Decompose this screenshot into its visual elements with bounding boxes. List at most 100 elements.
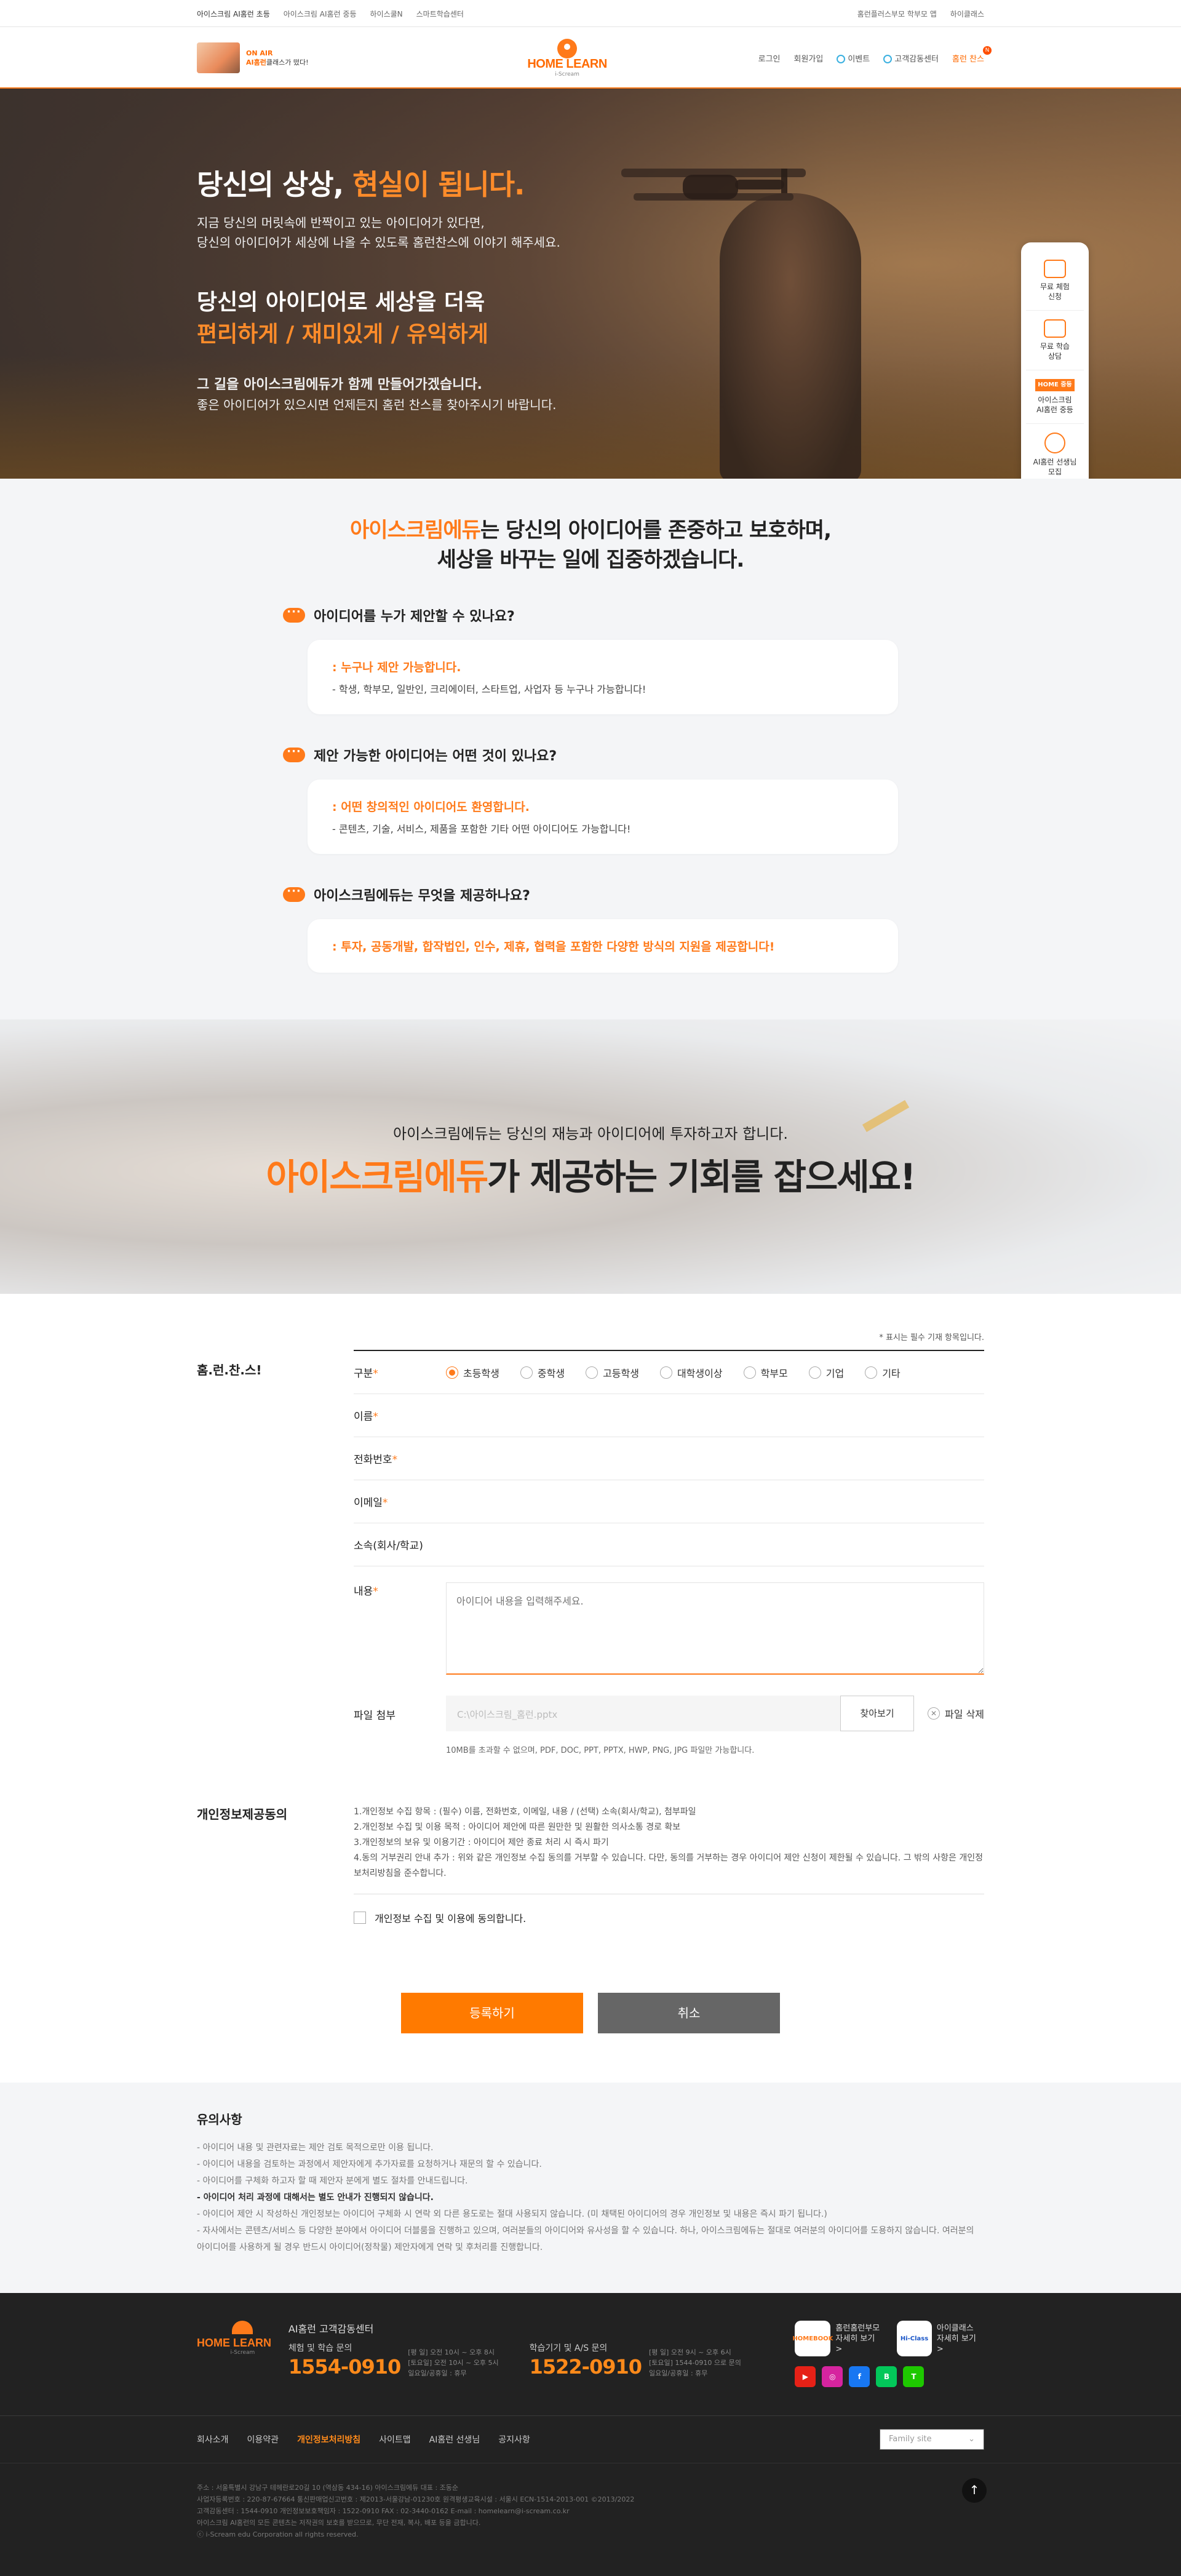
footer-link-sitemap[interactable]: 사이트맵 <box>379 2433 411 2446</box>
radio-high[interactable]: 고등학생 <box>586 1365 639 1380</box>
youtube-icon[interactable]: ▶ <box>795 2366 816 2387</box>
service-link-middle[interactable]: 아이스크림 AI홈런 중등 <box>284 9 357 19</box>
form-actions: 등록하기 취소 <box>0 1993 1181 2033</box>
notice-item: - 아이디어 제안 시 작성하신 개인정보는 아이디어 구체화 시 연락 외 다… <box>197 2209 827 2219</box>
radio-middle[interactable]: 중학생 <box>520 1365 565 1380</box>
opportunity-banner: 아이스크림에듀는 당신의 재능과 아이디어에 투자하고자 합니다. 아이스크림에… <box>0 1019 1181 1294</box>
cancel-button[interactable]: 취소 <box>598 1993 780 2033</box>
nav-customer-center[interactable]: 고객감동센터 <box>883 52 939 64</box>
sns-links: ▶ ◎ f B T <box>795 2366 984 2387</box>
teacher-icon <box>1044 433 1065 453</box>
notice-item: - 아이디어를 구체화 하고자 할 때 제안자 분에게 별도 절차를 안내드립니… <box>197 2176 468 2186</box>
nav-event[interactable]: 이벤트 <box>837 52 870 64</box>
hero-subtitle: 당신의 아이디어로 세상을 더욱 편리하게 / 재미있게 / 유익하게 <box>197 287 560 351</box>
service-link-elementary[interactable]: 아이스크림 AI홈런 초등 <box>197 9 270 19</box>
radio-other[interactable]: 기타 <box>865 1365 901 1380</box>
footer-link-terms[interactable]: 이용약관 <box>247 2433 279 2446</box>
customer-service: AI홈런 고객감동센터 체험 및 학습 문의 1554-0910 [평 일] 오전… <box>288 2321 795 2379</box>
idea-form: * 표시는 필수 기재 항목입니다. 구분* 초등학생 중학생 고등학생 대학생… <box>354 1331 984 1755</box>
nav-signup[interactable]: 회원가입 <box>794 52 824 64</box>
hero-closing: 그 길을 아이스크림에듀가 함께 만들어가겠습니다. 좋은 아이디어가 있으시면 … <box>197 375 560 415</box>
type-label: 구분 <box>354 1368 373 1380</box>
form-side-title: 홈.런.찬.스! <box>197 1363 262 1378</box>
hero-closing-text: 좋은 아이디어가 있으시면 언제든지 홈런 찬스를 찾아주시기 바랍니다. <box>197 397 557 412</box>
homebook-app-link[interactable]: HOMEBOOK 홈런홈런부모 자세히 보기 > <box>792 2321 882 2356</box>
faq-answer-head: : 어떤 창의적인 아이디어도 환영합니다. <box>332 800 530 814</box>
footer-logo[interactable]: HOME LEARN i-Scream <box>197 2321 288 2356</box>
email-input[interactable] <box>446 1489 984 1514</box>
footer: HOME LEARN i-Scream AI홈런 고객감동센터 체험 및 학습 … <box>0 2293 1181 2576</box>
service-links: 아이스크림 AI홈런 초등 아이스크림 AI홈런 중등 하이스쿨N 스마트학습센… <box>197 9 464 19</box>
app-links: 홈런플러스부모 학부모 앱 하이클래스 <box>857 9 984 19</box>
promo-on-air: ON AIR <box>246 49 273 57</box>
file-label: 파일 첨부 <box>354 1710 396 1722</box>
org-row: 소속(회사/학교) <box>354 1523 984 1566</box>
hero-desc-1: 지금 당신의 머릿속에 반짝이고 있는 아이디어가 있다면, <box>197 215 485 230</box>
scroll-top-button[interactable]: ↑ <box>962 2478 987 2503</box>
faq-answer: : 누구나 제안 가능합니다. - 학생, 학부모, 일반인, 크리에이터, 스타… <box>308 640 898 714</box>
privacy-agree[interactable]: 개인정보 수집 및 이용에 동의합니다. <box>354 1910 984 1925</box>
faq-item: 아이디어를 누가 제안할 수 있나요? : 누구나 제안 가능합니다. - 학생,… <box>283 605 898 714</box>
faq-answer-head: : 투자, 공동개발, 합작법인, 인수, 제휴, 협력을 포함한 다양한 방식… <box>332 940 775 954</box>
footer-link-notice[interactable]: 공지사항 <box>498 2433 530 2446</box>
footer-link-about[interactable]: 회사소개 <box>197 2433 229 2446</box>
name-row: 이름* <box>354 1394 984 1437</box>
quick-free-trial[interactable]: 무료 체험 신청 <box>1026 251 1084 311</box>
talk-icon[interactable]: T <box>903 2366 925 2387</box>
service-link-highschool[interactable]: 하이스쿨N <box>370 9 403 19</box>
service-link-smart-center[interactable]: 스마트학습센터 <box>416 9 464 19</box>
company-info: 주소 : 서울특별시 강남구 테헤란로20길 10 (역삼동 434-16) 아… <box>197 2463 987 2576</box>
agree-label: 개인정보 수집 및 이용에 동의합니다. <box>375 1913 527 1924</box>
content-label: 내용 <box>354 1585 373 1598</box>
hiclass-app-link[interactable]: Hi-Class 아이클래스 자세히 보기 > <box>897 2321 984 2356</box>
file-delete-button[interactable]: ✕ 파일 삭제 <box>928 1706 984 1721</box>
faq-list: 아이디어를 누가 제안할 수 있나요? : 누구나 제안 가능합니다. - 학생,… <box>283 605 898 973</box>
hero-title: 당신의 상상, 현실이 됩니다. <box>197 168 525 201</box>
type-row: 구분* 초등학생 중학생 고등학생 대학생이상 학부모 기업 기타 <box>354 1351 984 1394</box>
org-input[interactable] <box>446 1532 984 1557</box>
nav-homerun-chance[interactable]: 홈런 찬스 N <box>952 46 992 64</box>
file-note: 10MB를 초과할 수 없으며, PDF, DOC, PPT, PPTX, HW… <box>446 1746 755 1755</box>
promo-banner[interactable]: ON AIR AI홈런클래스가 떴다! <box>197 42 309 97</box>
radio-university[interactable]: 대학생이상 <box>659 1365 723 1380</box>
faq-answer: : 투자, 공동개발, 합작법인, 인수, 제휴, 협력을 포함한 다양한 방식… <box>308 919 898 973</box>
cs-trial-contact: 체험 및 학습 문의 1554-0910 [평 일] 오전 10시 ~ 오후 8시… <box>288 2343 499 2379</box>
name-input[interactable] <box>446 1403 984 1428</box>
footer-link-teacher[interactable]: AI홈런 선생님 <box>429 2433 480 2446</box>
quick-teacher-recruit[interactable]: AI홈런 선생님 모집 <box>1026 424 1084 479</box>
hiclass-link[interactable]: 하이클래스 <box>950 9 984 19</box>
header: ON AIR AI홈런클래스가 떴다! HOME LEARN i-Scream … <box>0 27 1181 97</box>
privacy-term: 2.개인정보 수집 및 이용 목적 : 아이디어 제안에 따른 원만한 및 원활… <box>354 1822 681 1832</box>
facebook-icon[interactable]: f <box>849 2366 870 2387</box>
quick-free-consult[interactable]: 무료 학습 상담 <box>1026 311 1084 370</box>
privacy-terms: 1.개인정보 수집 항목 : (필수) 이름, 전화번호, 이메일, 내용 / … <box>354 1804 984 1894</box>
footer-apps: HOMEBOOK 홈런홈런부모 자세히 보기 > Hi-Class 아이클래스 자세히 … <box>792 2321 984 2387</box>
instagram-icon[interactable]: ◎ <box>822 2366 843 2387</box>
quick-ai-middle[interactable]: HOME 중등 아이스크림 AI홈런 중등 <box>1026 370 1084 424</box>
content-row: 내용* <box>354 1566 984 1677</box>
blog-icon[interactable]: B <box>876 2366 897 2387</box>
notice-list: - 아이디어 내용 및 관련자료는 제안 검토 목적으로만 이용 됩니다. - … <box>197 2140 984 2256</box>
family-site-select[interactable]: Family site ⌄ <box>880 2429 984 2450</box>
email-label: 이메일 <box>354 1497 383 1509</box>
radio-company[interactable]: 기업 <box>808 1365 844 1380</box>
parent-app-link[interactable]: 홈런플러스부모 학부모 앱 <box>857 9 937 19</box>
home-learn-logo[interactable]: HOME LEARN i-Scream <box>527 38 607 78</box>
file-browse-button[interactable]: 찾아보기 <box>840 1696 915 1731</box>
logo-mark-icon <box>553 38 581 58</box>
agree-checkbox[interactable] <box>354 1912 366 1924</box>
radio-parent[interactable]: 학부모 <box>743 1365 788 1380</box>
faq-answer: : 어떤 창의적인 아이디어도 환영합니다. - 콘텐츠, 기술, 서비스, 제품… <box>308 780 898 854</box>
faq-question: 아이스크림에듀는 무엇을 제공하나요? <box>314 888 530 904</box>
phone-input[interactable] <box>446 1446 984 1471</box>
nav-login[interactable]: 로그인 <box>758 52 781 64</box>
notice-item: - 아이디어 내용을 검토하는 과정에서 제안자에게 추가자료를 요청하거나 재… <box>197 2159 542 2169</box>
radio-elementary[interactable]: 초등학생 <box>446 1365 499 1380</box>
submit-button[interactable]: 등록하기 <box>401 1993 583 2033</box>
headset-icon <box>883 54 893 63</box>
footer-link-privacy[interactable]: 개인정보처리방침 <box>297 2433 360 2446</box>
faq-question: 아이디어를 누가 제안할 수 있나요? <box>314 609 515 624</box>
cs-device-contact: 학습기기 및 A/S 문의 1522-0910 [평 일] 오전 9시 ~ 오후 … <box>529 2343 741 2379</box>
consult-chat-icon <box>1044 319 1066 338</box>
content-textarea[interactable] <box>446 1582 984 1675</box>
